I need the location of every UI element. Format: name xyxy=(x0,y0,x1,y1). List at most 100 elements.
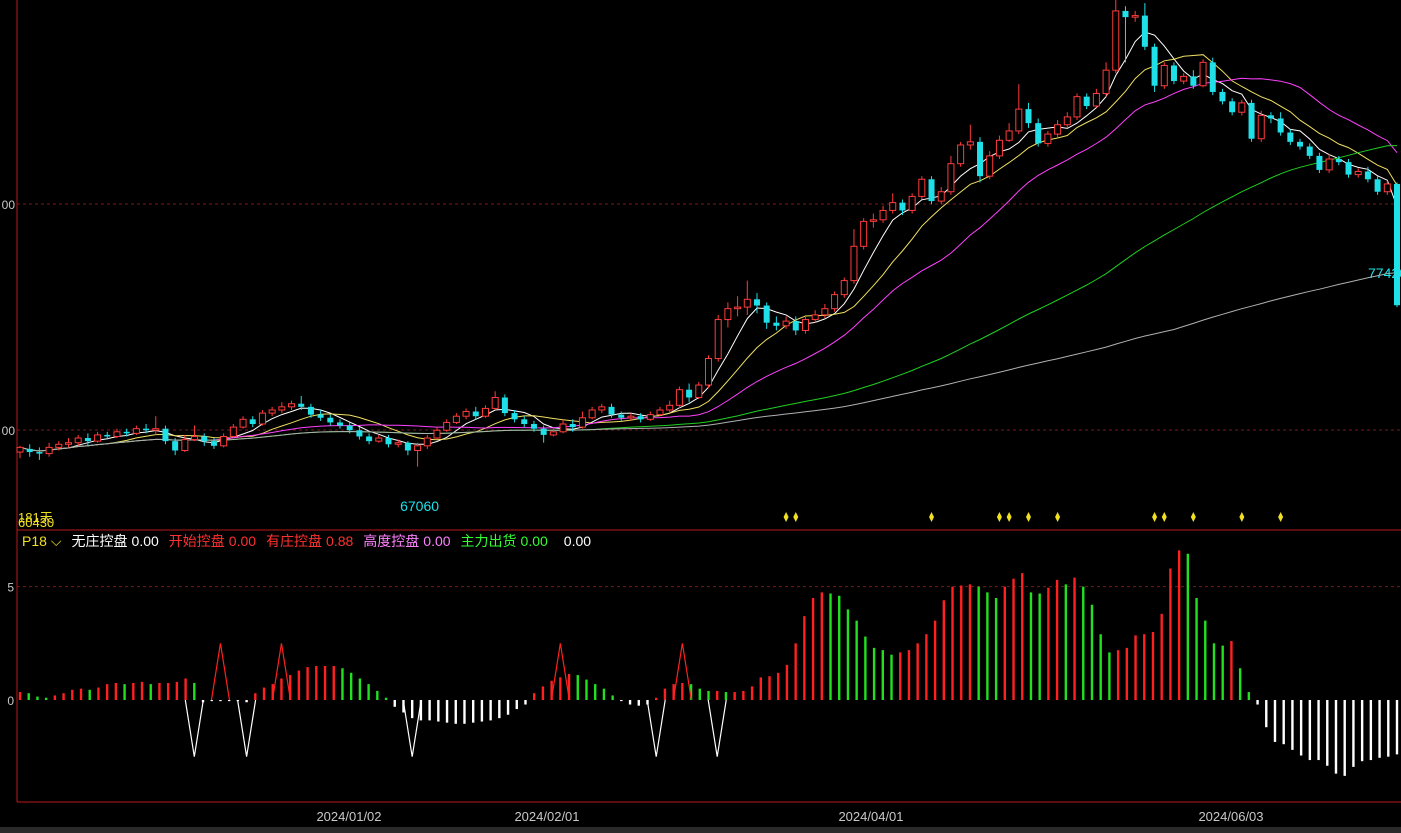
signal-marker xyxy=(929,512,935,522)
indicator-dropdown-icon[interactable]: ⌵ xyxy=(51,533,62,550)
ma60-line xyxy=(19,145,1398,452)
stock-chart[interactable]: 00006706077420181天60430502024/01/022024/… xyxy=(0,0,1401,833)
candle-body xyxy=(986,155,994,177)
indicator-legend: P18 ⌵ 无庄控盘 0.00 开始控盘 0.00 有庄控盘 0.88 高度控盘… xyxy=(22,532,595,550)
signal-marker xyxy=(1190,512,1196,522)
candle-body xyxy=(773,322,780,326)
candle-body xyxy=(278,406,286,411)
candle-body xyxy=(26,448,33,453)
signal-marker xyxy=(1239,512,1245,522)
candle-body xyxy=(1393,183,1401,306)
candle-body xyxy=(811,314,819,321)
candle-body xyxy=(899,202,906,211)
candle-body xyxy=(1044,133,1052,144)
candle-body xyxy=(1131,15,1139,18)
signal-marker xyxy=(783,512,789,522)
candle-body xyxy=(1190,76,1197,86)
candle-body xyxy=(530,424,537,429)
candle-body xyxy=(1015,108,1023,132)
candle-body xyxy=(356,430,363,437)
candle-body xyxy=(1199,61,1207,87)
candle-body xyxy=(1374,179,1381,192)
candle-body xyxy=(472,411,479,417)
candle-body xyxy=(414,445,422,451)
x-axis-tick-label: 2024/06/03 xyxy=(1198,809,1263,824)
candle-body xyxy=(1170,65,1177,82)
indicator-spike xyxy=(646,699,666,757)
candle-body xyxy=(191,435,199,441)
last-price-label: 77420 xyxy=(1368,265,1401,281)
candle-body xyxy=(995,139,1003,157)
main-axis-tick-label: 00 xyxy=(2,198,16,212)
candle-body xyxy=(1160,64,1168,87)
candle-body xyxy=(569,424,576,428)
ma5-line xyxy=(19,31,1398,452)
candle-body xyxy=(317,414,324,418)
candle-body xyxy=(1248,102,1255,139)
indicator-spike xyxy=(237,699,257,757)
candle-body xyxy=(481,407,489,417)
candle-body xyxy=(578,417,586,428)
candle-body xyxy=(704,358,713,386)
indicator-name[interactable]: P18 xyxy=(22,533,47,549)
candle-body xyxy=(36,452,43,454)
candle-body xyxy=(1238,102,1246,113)
legend-label-2: 有庄控盘 xyxy=(266,533,323,549)
candle-body xyxy=(123,431,130,434)
candle-body xyxy=(74,437,82,444)
status-bar xyxy=(0,827,1401,833)
candle-body xyxy=(433,429,441,439)
candle-body xyxy=(918,178,926,197)
candle-body xyxy=(239,418,247,428)
candle-body xyxy=(869,219,877,222)
candle-body xyxy=(637,416,644,420)
candle-body xyxy=(172,441,179,451)
candle-body xyxy=(327,417,334,423)
candle-body xyxy=(1267,115,1274,119)
candle-body xyxy=(860,220,868,247)
candle-body xyxy=(385,438,392,445)
candle-body xyxy=(588,409,596,419)
candle-body xyxy=(792,321,799,331)
candle-body xyxy=(258,412,266,425)
candle-body xyxy=(307,406,314,415)
candle-body xyxy=(724,308,732,321)
candle-body xyxy=(608,406,615,415)
sub-axis-tick-label: 5 xyxy=(7,581,14,595)
candle-body xyxy=(782,320,790,327)
candle-body xyxy=(908,195,916,211)
legend-label-0: 无庄控盘 xyxy=(71,533,128,549)
signal-marker xyxy=(996,512,1002,522)
signal-marker xyxy=(1006,512,1012,522)
legend-value-2: 0.88 xyxy=(326,533,354,549)
ma10-line xyxy=(19,54,1398,452)
candle-body xyxy=(734,306,742,310)
candle-body xyxy=(55,443,63,448)
candle-body xyxy=(879,209,887,221)
candle-body xyxy=(1257,114,1265,140)
signal-marker xyxy=(793,512,799,522)
candle-body xyxy=(84,438,91,442)
legend-value-3: 0.00 xyxy=(423,533,451,549)
legend-label-3: 高度控盘 xyxy=(363,533,420,549)
signal-marker xyxy=(1152,512,1158,522)
candle-body xyxy=(1325,158,1333,171)
candle-body xyxy=(16,446,24,453)
candle-body xyxy=(549,431,557,436)
legend-value-4: 0.00 xyxy=(520,533,548,549)
ma20-line xyxy=(19,77,1398,452)
candle-body xyxy=(656,409,664,416)
candle-body xyxy=(559,423,567,433)
x-axis-tick-label: 2024/02/01 xyxy=(514,809,579,824)
candle-body xyxy=(850,245,858,282)
candle-body xyxy=(64,442,72,445)
candle-body xyxy=(1083,96,1090,106)
candle-body xyxy=(181,439,189,451)
candle-body xyxy=(1112,10,1120,71)
signal-marker xyxy=(1026,512,1032,522)
candle-body xyxy=(937,191,945,202)
signal-marker xyxy=(1161,512,1167,522)
candle-body xyxy=(646,414,654,420)
candle-body xyxy=(452,415,460,423)
candle-body xyxy=(462,411,470,417)
